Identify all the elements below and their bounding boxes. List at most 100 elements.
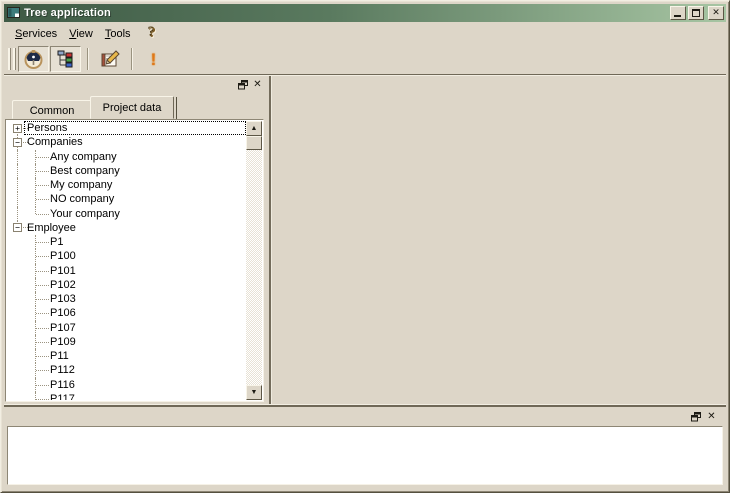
toolbar: ! [4, 44, 726, 74]
main-area: ✕ Common Project data +Persons−Companies… [4, 75, 726, 404]
dock-close-button[interactable]: ✕ [705, 410, 718, 423]
maximize-icon [692, 9, 700, 17]
toolbar-separator [131, 48, 133, 70]
close-icon: ✕ [707, 411, 715, 422]
tree-branch-line [35, 306, 36, 320]
tree-branch-line [35, 378, 36, 392]
tree-item[interactable]: P1 [7, 235, 246, 249]
scroll-up-button[interactable]: ▲ [246, 121, 262, 136]
tree-item[interactable]: P100 [7, 249, 246, 263]
tree-item-label[interactable]: P103 [50, 293, 76, 305]
tree-branch-line [17, 192, 18, 206]
toolbar-drag-handle[interactable] [8, 48, 15, 70]
vertical-splitter[interactable] [269, 76, 271, 404]
tree-panel: +Persons−CompaniesAny companyBest compan… [5, 119, 264, 402]
close-button[interactable]: ✕ [708, 6, 724, 20]
tree-item[interactable]: P107 [7, 321, 246, 335]
tree-item-label[interactable]: P101 [50, 265, 76, 277]
close-icon: ✕ [709, 7, 723, 19]
tree-branch-line [17, 207, 18, 221]
tree-item-label[interactable]: P107 [50, 322, 76, 334]
tree-scrollbar[interactable]: ▲ ▼ [246, 121, 262, 400]
tree-item-label[interactable]: P112 [50, 364, 75, 376]
tree-item-label[interactable]: Companies [27, 136, 83, 148]
tree-item[interactable]: P101 [7, 264, 246, 278]
tree-branch-line [35, 292, 36, 306]
tree-item[interactable]: Your company [7, 207, 246, 221]
dock-header: ✕ [5, 77, 265, 95]
tree-item-label[interactable]: Employee [27, 222, 76, 234]
scroll-down-button[interactable]: ▼ [246, 385, 262, 400]
window-title: Tree application [24, 7, 668, 19]
collapse-icon[interactable]: − [13, 138, 22, 147]
tree-item-label[interactable]: Your company [50, 208, 120, 220]
tree-item[interactable]: P116 [7, 378, 246, 392]
menu-bar: Services View Tools ? [4, 23, 726, 44]
tree-item-label[interactable]: Best company [50, 165, 120, 177]
dock-float-button[interactable] [236, 78, 249, 91]
expand-icon[interactable]: + [13, 124, 22, 133]
float-icon [238, 80, 248, 90]
tab-common[interactable]: Common [12, 100, 92, 119]
tree-item-label[interactable]: P1 [50, 236, 63, 248]
tab-bar: Common Project data [5, 96, 265, 119]
dock-close-button[interactable]: ✕ [251, 78, 264, 91]
tree-item-label[interactable]: P102 [50, 279, 76, 291]
scrollbar-thumb[interactable] [246, 136, 262, 150]
tree-branch-line [35, 192, 36, 206]
tree-item[interactable]: −Companies [7, 135, 246, 149]
tree-view-icon [55, 49, 76, 70]
minimize-button[interactable] [670, 6, 686, 20]
tree-item[interactable]: P102 [7, 278, 246, 292]
tree-branch-line [17, 178, 18, 192]
app-icon [7, 6, 21, 20]
tree-item[interactable]: + Persons [7, 121, 246, 135]
tree-item-label[interactable]: My company [50, 179, 112, 191]
menu-view[interactable]: View [63, 25, 99, 43]
title-bar: Tree application ✕ [4, 4, 726, 22]
collapse-icon[interactable]: − [13, 223, 22, 232]
tree-branch-line [35, 150, 36, 164]
tree-item-label[interactable]: P11 [50, 350, 69, 362]
tree-item[interactable]: −Employee [7, 221, 246, 235]
toolbar-notebook-button[interactable] [94, 46, 125, 72]
tree-item-label[interactable]: P117 [50, 393, 75, 400]
tree-item-label[interactable]: Any company [50, 151, 117, 163]
tree-item[interactable]: P109 [7, 335, 246, 349]
tree-item[interactable]: P112 [7, 363, 246, 377]
toolbar-treeview-button[interactable] [50, 46, 81, 72]
tree-item[interactable]: P106 [7, 306, 246, 320]
tree-item[interactable]: NO company [7, 192, 246, 206]
toolbar-separator [87, 48, 89, 70]
alert-icon: ! [151, 51, 157, 68]
toolbar-watch-button[interactable] [18, 46, 49, 72]
tree-item[interactable]: P117 [7, 392, 246, 400]
tree-item-label[interactable]: P106 [50, 307, 76, 319]
tree-item[interactable]: Any company [7, 150, 246, 164]
tree-branch-line [35, 278, 36, 292]
menu-tools[interactable]: Tools [99, 25, 137, 43]
log-text-area[interactable] [7, 426, 723, 485]
tree-branch-line [35, 335, 36, 349]
help-icon[interactable]: ? [149, 26, 157, 41]
tree-branch-line [35, 363, 36, 377]
tree-item-label[interactable]: P116 [50, 379, 75, 391]
tree-item-label[interactable]: Persons [27, 122, 67, 134]
tree-item-label[interactable]: NO company [50, 193, 114, 205]
tree-item-label[interactable]: P109 [50, 336, 76, 348]
tree-item-label[interactable]: P100 [50, 250, 76, 262]
dock-float-button[interactable] [689, 410, 702, 423]
notebook-pencil-icon [99, 48, 121, 70]
tree-branch-line [35, 178, 36, 192]
tree-item[interactable]: P103 [7, 292, 246, 306]
toolbar-alert-button[interactable]: ! [138, 46, 169, 72]
tree-branch-line [35, 207, 36, 214]
maximize-button[interactable] [688, 6, 704, 20]
tree-branch-line [17, 150, 18, 164]
tab-project-data[interactable]: Project data [90, 96, 174, 119]
tree-item[interactable]: Best company [7, 164, 246, 178]
close-icon: ✕ [253, 79, 261, 90]
tree-item[interactable]: My company [7, 178, 246, 192]
tree-item[interactable]: P11 [7, 349, 246, 363]
menu-services[interactable]: Services [9, 25, 63, 43]
